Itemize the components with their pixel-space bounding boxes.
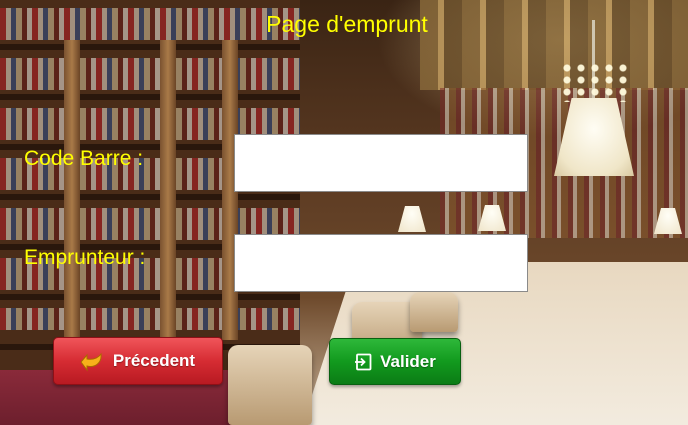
borrower-input[interactable]: [234, 234, 528, 292]
ornate-ceiling: [420, 0, 688, 90]
barcode-label: Code Barre :: [24, 147, 144, 170]
chandelier: [560, 62, 630, 102]
back-arrow-icon: [80, 350, 105, 372]
wood-column: [160, 40, 176, 340]
validate-button-label: Valider: [380, 351, 436, 371]
wood-column: [64, 40, 80, 340]
desk-lamp: [398, 206, 426, 232]
chair: [228, 345, 312, 425]
library-background: Page d'emprunt Code Barre : Emprunteur :…: [0, 0, 688, 425]
sign-in-icon: [354, 353, 372, 371]
previous-button[interactable]: Précedent: [53, 337, 223, 385]
borrower-label: Emprunteur :: [24, 246, 146, 269]
chair: [410, 292, 458, 332]
previous-button-label: Précedent: [112, 351, 196, 370]
barcode-input[interactable]: [234, 134, 528, 192]
page-title: Page d'emprunt: [266, 11, 428, 37]
validate-button[interactable]: Valider: [329, 338, 461, 385]
